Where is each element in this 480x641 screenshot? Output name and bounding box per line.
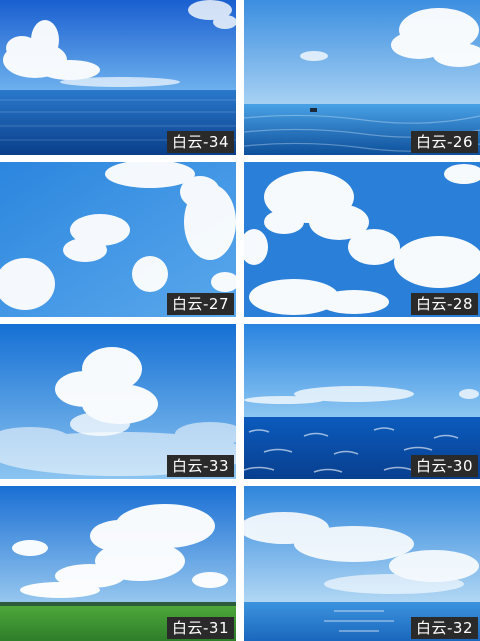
photo-tile-cloud-32[interactable]: 白云-32	[244, 486, 480, 641]
photo-tile-cloud-30[interactable]: 白云-30	[244, 324, 480, 479]
tile-caption: 白云-28	[411, 293, 478, 315]
photo-tile-cloud-26[interactable]: 白云-26	[244, 0, 480, 155]
tile-caption: 白云-26	[411, 131, 478, 153]
image-grid: 白云-34 白云-26 白云-27 白云-28 白云-33 白云-30 白云-3…	[0, 0, 480, 641]
tile-caption: 白云-27	[167, 293, 234, 315]
tile-caption: 白云-34	[167, 131, 234, 153]
photo-tile-cloud-34[interactable]: 白云-34	[0, 0, 236, 155]
tile-caption: 白云-30	[411, 455, 478, 477]
photo-tile-cloud-31[interactable]: 白云-31	[0, 486, 236, 641]
photo-tile-cloud-27[interactable]: 白云-27	[0, 162, 236, 317]
tile-caption: 白云-31	[167, 617, 234, 639]
tile-caption: 白云-33	[167, 455, 234, 477]
photo-tile-cloud-33[interactable]: 白云-33	[0, 324, 236, 479]
tile-caption: 白云-32	[411, 617, 478, 639]
photo-tile-cloud-28[interactable]: 白云-28	[244, 162, 480, 317]
